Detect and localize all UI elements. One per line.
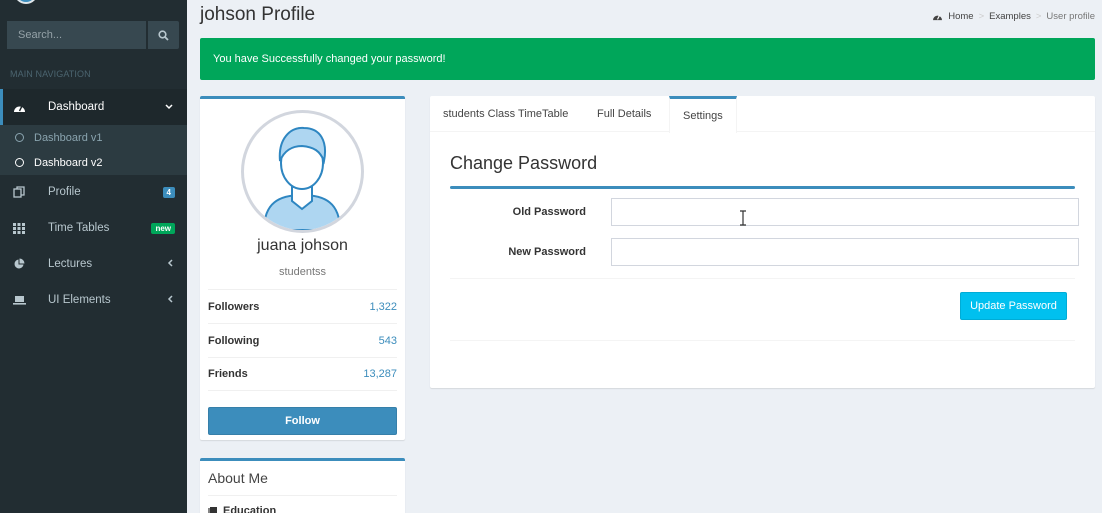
- sidebar-subitem-label: Dashboard v2: [34, 156, 103, 169]
- divider: [450, 186, 1075, 189]
- profile-avatar: [241, 110, 364, 233]
- breadcrumb-examples-link[interactable]: Examples: [989, 11, 1031, 22]
- sidebar-item-label: Time Tables: [48, 222, 110, 234]
- tab-settings[interactable]: Settings: [669, 96, 737, 133]
- page-title: johson Profile: [200, 4, 316, 25]
- sidebar-item-label: Profile: [48, 186, 81, 198]
- profile-role: studentss: [278, 266, 327, 278]
- stat-value[interactable]: 13,287: [363, 368, 397, 380]
- sidebar-search-button[interactable]: [146, 21, 179, 49]
- sidebar-subitem-dashboard-v1[interactable]: Dashboard v1: [0, 125, 187, 150]
- education-label: Education: [223, 505, 277, 513]
- stat-label: Friends: [208, 368, 248, 380]
- update-password-button[interactable]: Update Password: [960, 292, 1067, 320]
- sidebar-item-profile[interactable]: Profile 4: [0, 174, 187, 210]
- grid-icon: [12, 221, 26, 235]
- education-heading: Education: [208, 505, 276, 513]
- profile-count-badge: 4: [162, 186, 175, 198]
- sidebar-item-time-tables[interactable]: Time Tables new: [0, 210, 187, 246]
- sidebar-search-input[interactable]: [7, 21, 147, 49]
- circle-icon: [15, 133, 24, 142]
- tab-bar: students Class TimeTable Full Details Se…: [430, 96, 1095, 133]
- old-password-field[interactable]: [611, 198, 1079, 226]
- stat-friends: Friends 13,287: [208, 357, 397, 391]
- divider: [450, 278, 1075, 279]
- new-password-field[interactable]: [611, 238, 1079, 266]
- chevron-down-icon: [165, 101, 173, 113]
- laptop-icon: [12, 293, 26, 307]
- about-title: About Me: [208, 470, 268, 486]
- stat-following: Following 543: [208, 323, 397, 357]
- about-card: About Me Education: [200, 458, 405, 513]
- sidebar-item-ui-elements[interactable]: UI Elements: [0, 282, 187, 318]
- sidebar-item-label: Dashboard: [48, 101, 105, 113]
- profile-card: juana johson studentss Followers 1,322 F…: [200, 96, 405, 440]
- circle-icon: [15, 158, 24, 167]
- breadcrumb-separator: >: [978, 11, 985, 22]
- sidebar-subitem-label: Dashboard v1: [34, 131, 103, 144]
- dashboard-icon: [933, 15, 943, 21]
- alert-message: You have Successfully changed your passw…: [213, 53, 446, 65]
- breadcrumb-separator: >: [1035, 11, 1042, 22]
- chevron-left-icon: [167, 258, 173, 270]
- user-avatar-icon: [262, 126, 342, 230]
- breadcrumb: Home > Examples > User profile: [932, 11, 1095, 22]
- divider: [450, 340, 1075, 341]
- sidebar-subitem-dashboard-v2[interactable]: Dashboard v2: [0, 150, 187, 175]
- old-password-label: Old Password: [512, 206, 586, 218]
- chevron-left-icon: [167, 294, 173, 306]
- pie-chart-icon: [12, 257, 26, 271]
- tab-class-timetable[interactable]: students Class TimeTable: [430, 96, 581, 132]
- files-icon: [12, 185, 26, 199]
- dashboard-icon: [12, 100, 26, 114]
- text-cursor-icon: [740, 210, 746, 226]
- stat-label: Following: [208, 334, 260, 347]
- sidebar-item-label: Lectures: [48, 258, 93, 270]
- breadcrumb-current: User profile: [1046, 11, 1095, 22]
- profile-username: juana johson: [257, 237, 348, 254]
- new-badge: new: [151, 222, 175, 234]
- search-icon: [158, 29, 169, 41]
- book-icon: [208, 507, 217, 513]
- stat-followers: Followers 1,322: [208, 289, 397, 323]
- sidebar: MAIN NAVIGATION Dashboard Dashboard v1 D…: [0, 0, 187, 513]
- new-password-label: New Password: [508, 246, 586, 258]
- sidebar-section-header: MAIN NAVIGATION: [10, 69, 91, 79]
- stat-label: Followers: [208, 300, 260, 313]
- stat-value[interactable]: 1,322: [369, 301, 397, 313]
- sidebar-item-lectures[interactable]: Lectures: [0, 246, 187, 282]
- stat-value[interactable]: 543: [379, 335, 397, 347]
- settings-tabs-card: students Class TimeTable Full Details Se…: [430, 96, 1095, 388]
- change-password-title: Change Password: [450, 153, 598, 173]
- user-avatar-icon[interactable]: [14, 0, 38, 4]
- breadcrumb-home-link[interactable]: Home: [948, 11, 973, 22]
- sidebar-item-label: UI Elements: [48, 294, 111, 306]
- success-alert: You have Successfully changed your passw…: [200, 38, 1095, 80]
- sidebar-item-dashboard[interactable]: Dashboard: [0, 89, 187, 125]
- tab-full-details[interactable]: Full Details: [584, 96, 664, 132]
- follow-button[interactable]: Follow: [208, 407, 397, 435]
- divider: [208, 495, 397, 496]
- sidebar-search-form: [7, 21, 179, 49]
